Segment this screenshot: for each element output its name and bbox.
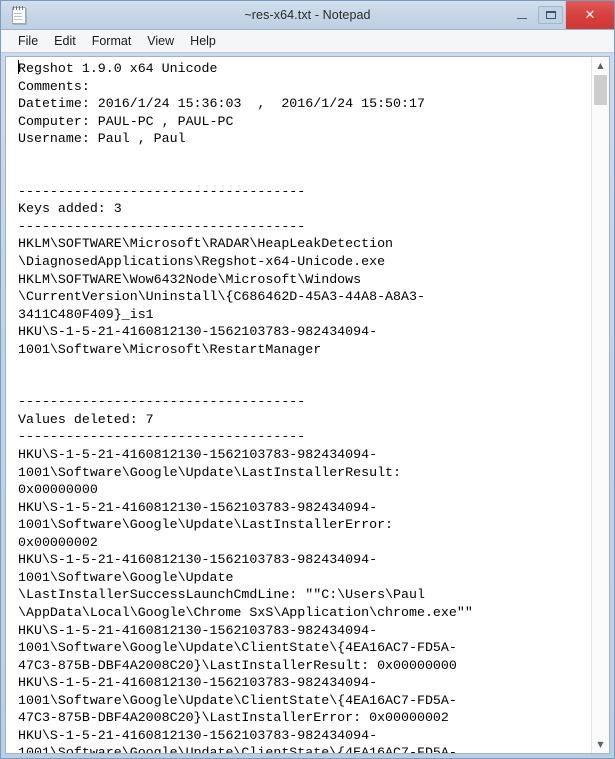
menu-item-format[interactable]: Format (84, 32, 140, 50)
text-editor[interactable]: Regshot 1.9.0 x64 Unicode Comments: Date… (6, 57, 591, 753)
editor-area: Regshot 1.9.0 x64 Unicode Comments: Date… (5, 56, 610, 754)
document-text[interactable]: Regshot 1.9.0 x64 Unicode Comments: Date… (6, 58, 591, 753)
minimize-button[interactable] (507, 1, 536, 29)
notepad-window: ~res-x64.txt - Notepad ✕ File Edit Forma… (0, 0, 615, 759)
window-controls: ✕ (507, 1, 614, 29)
scrollbar-thumb[interactable] (594, 75, 607, 105)
vertical-scrollbar[interactable]: ▲ ▼ (591, 57, 609, 753)
maximize-icon (545, 11, 556, 19)
menu-item-file[interactable]: File (10, 32, 46, 50)
menu-item-help[interactable]: Help (182, 32, 224, 50)
notepad-icon (10, 6, 28, 24)
scroll-up-icon[interactable]: ▲ (592, 57, 609, 74)
minimize-icon (516, 18, 527, 19)
maximize-button[interactable] (538, 6, 563, 24)
scroll-down-icon[interactable]: ▼ (592, 736, 609, 753)
title-bar[interactable]: ~res-x64.txt - Notepad ✕ (1, 1, 614, 29)
menu-item-view[interactable]: View (139, 32, 182, 50)
text-caret (18, 60, 19, 74)
close-button[interactable]: ✕ (565, 1, 614, 29)
menu-bar: File Edit Format View Help (1, 29, 614, 53)
menu-item-edit[interactable]: Edit (46, 32, 84, 50)
